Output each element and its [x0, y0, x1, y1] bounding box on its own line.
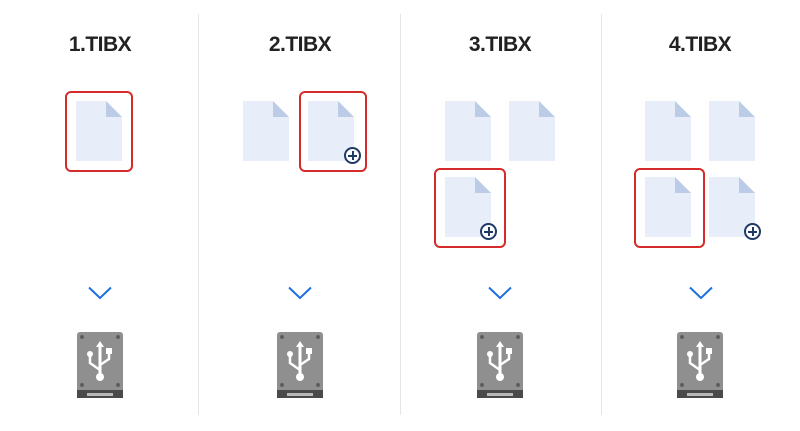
- selection-highlight: [299, 91, 367, 172]
- chevron-down-icon: [689, 286, 713, 300]
- document-icon: [444, 100, 492, 162]
- selection-highlight: [634, 168, 705, 248]
- column-backup-1: 1.TIBX: [0, 0, 200, 431]
- document-icon: [508, 100, 556, 162]
- document-icon: [644, 100, 692, 162]
- column-title: 4.TIBX: [668, 33, 732, 56]
- usb-drive-icon: [677, 332, 723, 398]
- chevron-down-icon: [288, 286, 312, 300]
- document-icon: [242, 100, 290, 162]
- column-title: 3.TIBX: [468, 33, 532, 56]
- selection-highlight: [65, 91, 133, 172]
- column-title: 1.TIBX: [68, 33, 132, 56]
- column-title: 2.TIBX: [268, 33, 332, 56]
- usb-drive-icon: [77, 332, 123, 398]
- column-backup-4: 4.TIBX: [600, 0, 800, 431]
- chevron-down-icon: [488, 286, 512, 300]
- usb-drive-icon: [277, 332, 323, 398]
- document-icon: [708, 100, 756, 162]
- column-backup-2: 2.TIBX: [200, 0, 400, 431]
- column-backup-3: 3.TIBX: [400, 0, 600, 431]
- usb-drive-icon: [477, 332, 523, 398]
- plus-circle-icon: [744, 223, 761, 240]
- selection-highlight: [434, 168, 506, 248]
- chevron-down-icon: [88, 286, 112, 300]
